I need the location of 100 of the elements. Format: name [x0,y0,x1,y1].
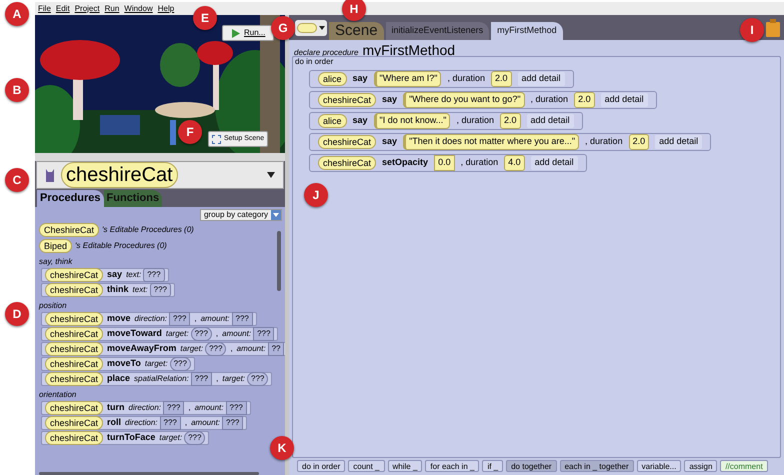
group-dropdown[interactable]: group by category [200,209,282,221]
object-selector[interactable]: cheshireCat [36,161,284,189]
splitter-bar[interactable] [35,153,285,161]
editor-tab[interactable]: Scene [329,22,384,40]
object-tile[interactable]: cheshireCat [45,283,104,297]
object-tile[interactable]: cheshireCat [318,135,376,149]
object-tile[interactable]: cheshireCat [61,162,178,188]
object-tile[interactable]: cheshireCat [45,401,104,415]
control-block[interactable]: while _ [388,460,422,472]
procedure-tile[interactable]: cheshireCat think text: ??? [41,283,176,297]
category-label: position [38,301,68,311]
param-value[interactable]: ??? [160,416,181,430]
param-label: , duration [460,156,498,170]
param-value[interactable]: ??? [184,431,206,445]
object-tile[interactable]: CheshireCat [39,222,100,236]
statement-tile[interactable]: alice say "Where am I?" , duration 2.0 add detail [309,70,574,88]
duration-value[interactable]: 2.0 [500,113,521,129]
statement-tile[interactable]: alice say "I do not know..." , duration 2.0 add detail [309,112,583,130]
menu-item[interactable]: Run [104,2,120,14]
block-label: do in order [294,57,334,67]
object-tile[interactable]: cheshireCat [45,342,104,356]
procedure-tile[interactable]: cheshireCat place spatialRelation: ??? , target: ??? [41,372,272,386]
object-tile[interactable]: cheshireCat [318,93,376,107]
statement-tile[interactable]: cheshireCat setOpacity 0.0 , duration 4.0 add detail [309,154,587,172]
object-tile[interactable]: alice [318,114,347,128]
add-detail-dropdown[interactable]: add detail [655,135,702,149]
statement-tile[interactable]: cheshireCat say "Where do you want to go?" , duration 2.0 add detail [309,91,657,109]
add-detail-dropdown[interactable]: add detail [600,93,648,107]
argument-value[interactable]: "Where do you want to go?" [403,92,525,108]
menu-item[interactable]: Project [74,2,100,14]
param-value[interactable]: ??? [232,312,253,326]
param-value[interactable]: ??? [163,401,184,415]
method-name: moveTo [107,357,141,370]
object-tile[interactable]: Biped [39,238,72,252]
argument-value[interactable]: "Where am I?" [374,71,442,87]
object-tile[interactable]: cheshireCat [45,431,104,445]
control-block[interactable]: //comment [720,460,768,472]
param-value[interactable]: ??? [253,327,274,341]
procedure-tile[interactable]: cheshireCat turn direction: ??? , amount: ??? [41,401,251,415]
object-tile[interactable]: cheshireCat [45,372,104,386]
scrollbar[interactable] [277,231,281,291]
procedure-tile[interactable]: cheshireCat moveAwayFrom target: ??? , amount: ?? [41,342,285,356]
menu-item[interactable]: File [38,2,51,14]
param-value[interactable]: ??? [222,416,244,430]
param-value[interactable]: ?? [268,342,284,356]
duration-value[interactable]: 2.0 [491,71,512,87]
object-tile[interactable]: cheshireCat [45,416,104,430]
procedure-tile[interactable]: cheshireCat turnToFace target: ??? [41,431,210,445]
param-value[interactable]: ??? [205,342,226,356]
param-value[interactable]: ??? [190,372,212,386]
param-value[interactable]: ??? [170,357,191,371]
control-block[interactable]: count _ [348,460,384,472]
object-tile[interactable]: cheshireCat [318,156,376,170]
procedure-tile[interactable]: cheshireCat say text: ??? [41,268,169,282]
param-label: , duration [585,135,623,148]
menu-item[interactable]: Window [124,2,153,14]
scrollbar[interactable] [39,472,259,475]
duration-value[interactable]: 2.0 [628,134,650,150]
add-detail-dropdown[interactable]: add detail [526,114,574,128]
param-value[interactable]: ??? [143,268,165,282]
argument-value[interactable]: 0.0 [434,155,455,171]
comma: , [194,313,197,325]
control-block[interactable]: if _ [482,460,504,472]
param-value[interactable]: ??? [247,372,268,386]
run-button[interactable]: Run... [222,25,274,41]
comma: , [216,373,218,385]
procedure-tile[interactable]: cheshireCat moveTo target: ??? [41,357,195,371]
param-value[interactable]: ??? [226,401,247,415]
control-block[interactable]: variable... [636,460,682,472]
clipboard-icon[interactable] [766,18,780,36]
control-block[interactable]: for each in _ [425,460,480,472]
argument-value[interactable]: "Then it does not matter where you are..." [403,134,580,150]
object-tile[interactable]: cheshireCat [45,327,104,341]
add-detail-dropdown[interactable]: add detail [518,72,565,86]
menu-item[interactable]: Help [158,2,174,14]
add-detail-dropdown[interactable]: add detail [530,156,578,170]
method-name: say [107,268,122,282]
control-block[interactable]: each in _ together [560,460,634,472]
duration-value[interactable]: 2.0 [574,92,595,108]
control-block[interactable]: do in order [297,460,346,472]
argument-value[interactable]: "I do not know..." [374,113,450,129]
control-block[interactable]: do together [506,460,557,472]
object-tile[interactable]: cheshireCat [45,357,104,371]
statement-tile[interactable]: cheshireCat say "Then it does not matter where you are..." , duration 2.0 add detail [309,133,712,151]
procedure-tile[interactable]: cheshireCat moveToward target: ??? , amount: ??? [41,327,278,341]
procedure-tile[interactable]: cheshireCat roll direction: ??? , amount: ??? [41,416,248,430]
editor-tab[interactable]: myFirstMethod [491,22,563,40]
duration-value[interactable]: 4.0 [504,155,525,171]
control-block[interactable]: assign [684,460,718,472]
param-value[interactable]: ??? [150,283,172,297]
procedure-tile[interactable]: cheshireCat move direction: ??? , amount: ??? [41,312,257,326]
object-tile[interactable]: alice [318,72,347,86]
object-tile[interactable]: cheshireCat [45,268,104,282]
menu-item[interactable]: Edit [56,2,70,14]
editor-tab[interactable]: initializeEventListeners [386,22,490,40]
palette-tab[interactable]: Procedures [37,190,104,207]
param-value[interactable]: ??? [169,312,190,326]
param-value[interactable]: ??? [190,327,212,341]
type-selector[interactable] [295,20,327,36]
object-tile[interactable]: cheshireCat [45,312,104,326]
